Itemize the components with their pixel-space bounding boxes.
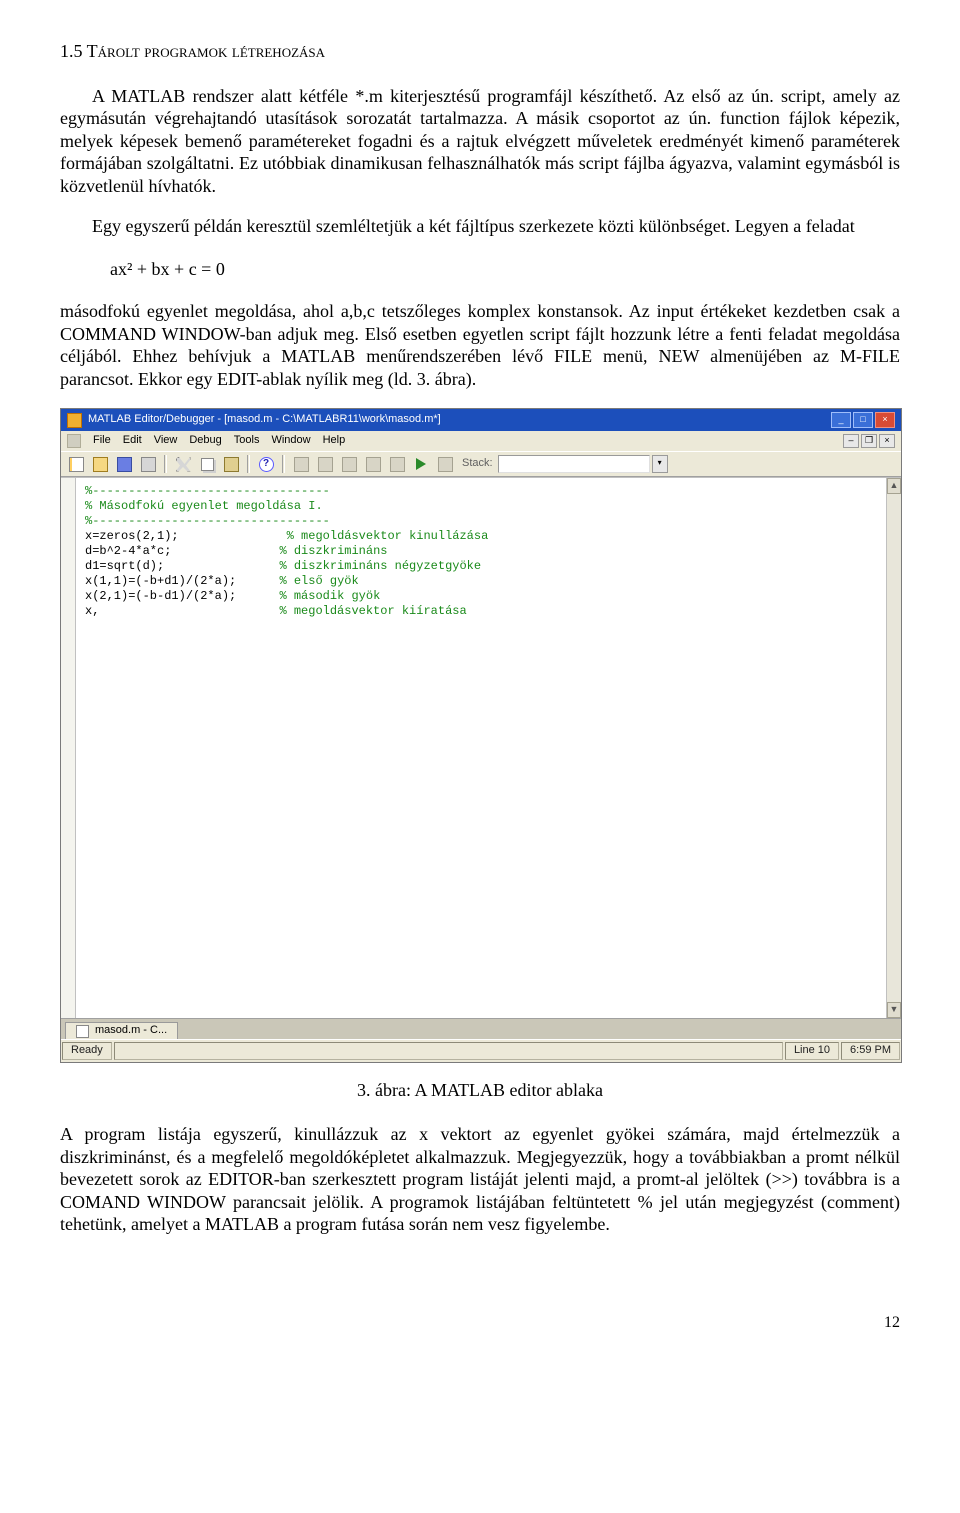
paragraph-1: A MATLAB rendszer alatt kétféle *.m kite…: [60, 85, 900, 198]
copy-icon: [201, 458, 214, 471]
stop-icon: [438, 457, 453, 472]
status-line: Line 10: [785, 1042, 839, 1060]
window-title: MATLAB Editor/Debugger - [masod.m - C:\M…: [88, 413, 441, 427]
help-button[interactable]: ?: [255, 454, 277, 474]
open-icon: [93, 457, 108, 472]
step-out-button[interactable]: [386, 454, 408, 474]
toolbar-separator: [282, 455, 285, 473]
file-icon: [76, 1025, 89, 1038]
menu-debug[interactable]: Debug: [189, 434, 221, 448]
toolbar-separator: [247, 455, 250, 473]
breakpoint-button[interactable]: [290, 454, 312, 474]
file-tab-label: masod.m - C...: [95, 1024, 167, 1038]
minimize-button[interactable]: _: [831, 412, 851, 428]
code-comment: % megoldásvektor kinullázása: [287, 529, 489, 543]
step-icon: [342, 457, 357, 472]
matlab-editor-window: MATLAB Editor/Debugger - [masod.m - C:\M…: [60, 408, 902, 1063]
print-button[interactable]: [137, 454, 159, 474]
status-ready: Ready: [62, 1042, 112, 1060]
toolbar-separator: [164, 455, 167, 473]
close-button[interactable]: ×: [875, 412, 895, 428]
code-line: x(2,1)=(-b-d1)/(2*a);: [85, 589, 236, 603]
save-icon: [117, 457, 132, 472]
run-button[interactable]: [410, 454, 432, 474]
code-comment: %---------------------------------: [85, 484, 330, 498]
paragraph-2: Egy egyszerű példán keresztül szemléltet…: [60, 215, 900, 238]
status-spacer: [114, 1042, 783, 1060]
code-line: d=b^2-4*a*c;: [85, 544, 171, 558]
breakpoint-icon: [294, 457, 309, 472]
step-button[interactable]: [338, 454, 360, 474]
editor-gutter: [61, 478, 76, 1018]
step-in-icon: [366, 457, 381, 472]
tab-bar: masod.m - C...: [61, 1018, 901, 1039]
code-comment: % első gyök: [279, 574, 358, 588]
menubar: File Edit View Debug Tools Window Help –…: [61, 431, 901, 451]
menu-tools[interactable]: Tools: [234, 434, 260, 448]
scroll-up-icon[interactable]: ▲: [887, 478, 901, 494]
code-comment: %---------------------------------: [85, 514, 330, 528]
code-line: x(1,1)=(-b+d1)/(2*a);: [85, 574, 236, 588]
paragraph-3: másodfokú egyenlet megoldása, ahol a,b,c…: [60, 300, 900, 390]
page-number: 12: [0, 1284, 960, 1352]
toolbar: ? Stack: ▾: [61, 451, 901, 477]
menu-window[interactable]: Window: [271, 434, 310, 448]
code-comment: % második gyök: [279, 589, 380, 603]
paste-button[interactable]: [220, 454, 242, 474]
stack-label: Stack:: [462, 457, 493, 471]
code-line: x=zeros(2,1);: [85, 529, 179, 543]
clear-breakpoints-button[interactable]: [314, 454, 336, 474]
copy-button[interactable]: [196, 454, 218, 474]
window-titlebar[interactable]: MATLAB Editor/Debugger - [masod.m - C:\M…: [61, 409, 901, 431]
editor-code[interactable]: %--------------------------------- % Más…: [61, 478, 901, 625]
menu-edit[interactable]: Edit: [123, 434, 142, 448]
file-tab[interactable]: masod.m - C...: [65, 1022, 178, 1039]
figure-caption: 3. ábra: A MATLAB editor ablaka: [60, 1079, 900, 1102]
statusbar: Ready Line 10 6:59 PM: [61, 1039, 901, 1062]
code-comment: % megoldásvektor kiíratása: [279, 604, 466, 618]
stop-button[interactable]: [434, 454, 456, 474]
stack-dropdown-button[interactable]: ▾: [652, 455, 668, 473]
step-in-button[interactable]: [362, 454, 384, 474]
menu-help[interactable]: Help: [323, 434, 346, 448]
run-icon: [416, 458, 426, 470]
scroll-down-icon[interactable]: ▼: [887, 1002, 901, 1018]
document-icon: [67, 434, 81, 448]
save-button[interactable]: [113, 454, 135, 474]
print-icon: [141, 457, 156, 472]
section-heading: 1.5 Tárolt programok létrehozása: [60, 40, 900, 63]
cut-icon: [176, 457, 191, 472]
menu-view[interactable]: View: [154, 434, 178, 448]
code-comment: % diszkrimináns: [279, 544, 387, 558]
maximize-button[interactable]: □: [853, 412, 873, 428]
stack-field[interactable]: [498, 455, 650, 473]
new-button[interactable]: [65, 454, 87, 474]
mdi-restore-button[interactable]: ❐: [861, 434, 877, 448]
code-line: x,: [85, 604, 99, 618]
paste-icon: [224, 457, 239, 472]
step-out-icon: [390, 457, 405, 472]
formula: ax² + bx + c = 0: [110, 258, 900, 281]
status-time: 6:59 PM: [841, 1042, 900, 1060]
code-line: d1=sqrt(d);: [85, 559, 164, 573]
scrollbar-vertical[interactable]: ▲ ▼: [886, 478, 901, 1018]
code-comment: % diszkrimináns négyzetgyöke: [279, 559, 481, 573]
mdi-minimize-button[interactable]: –: [843, 434, 859, 448]
help-icon: ?: [259, 457, 274, 472]
editor-body[interactable]: ▲ ▼ %--------------------------------- %…: [61, 477, 901, 1018]
new-icon: [69, 457, 84, 472]
mdi-close-button[interactable]: ×: [879, 434, 895, 448]
open-button[interactable]: [89, 454, 111, 474]
cut-button[interactable]: [172, 454, 194, 474]
clear-breakpoints-icon: [318, 457, 333, 472]
paragraph-4: A program listája egyszerű, kinullázzuk …: [60, 1123, 900, 1236]
menu-file[interactable]: File: [93, 434, 111, 448]
app-icon: [67, 413, 82, 428]
code-comment: % Másodfokú egyenlet megoldása I.: [85, 499, 323, 513]
